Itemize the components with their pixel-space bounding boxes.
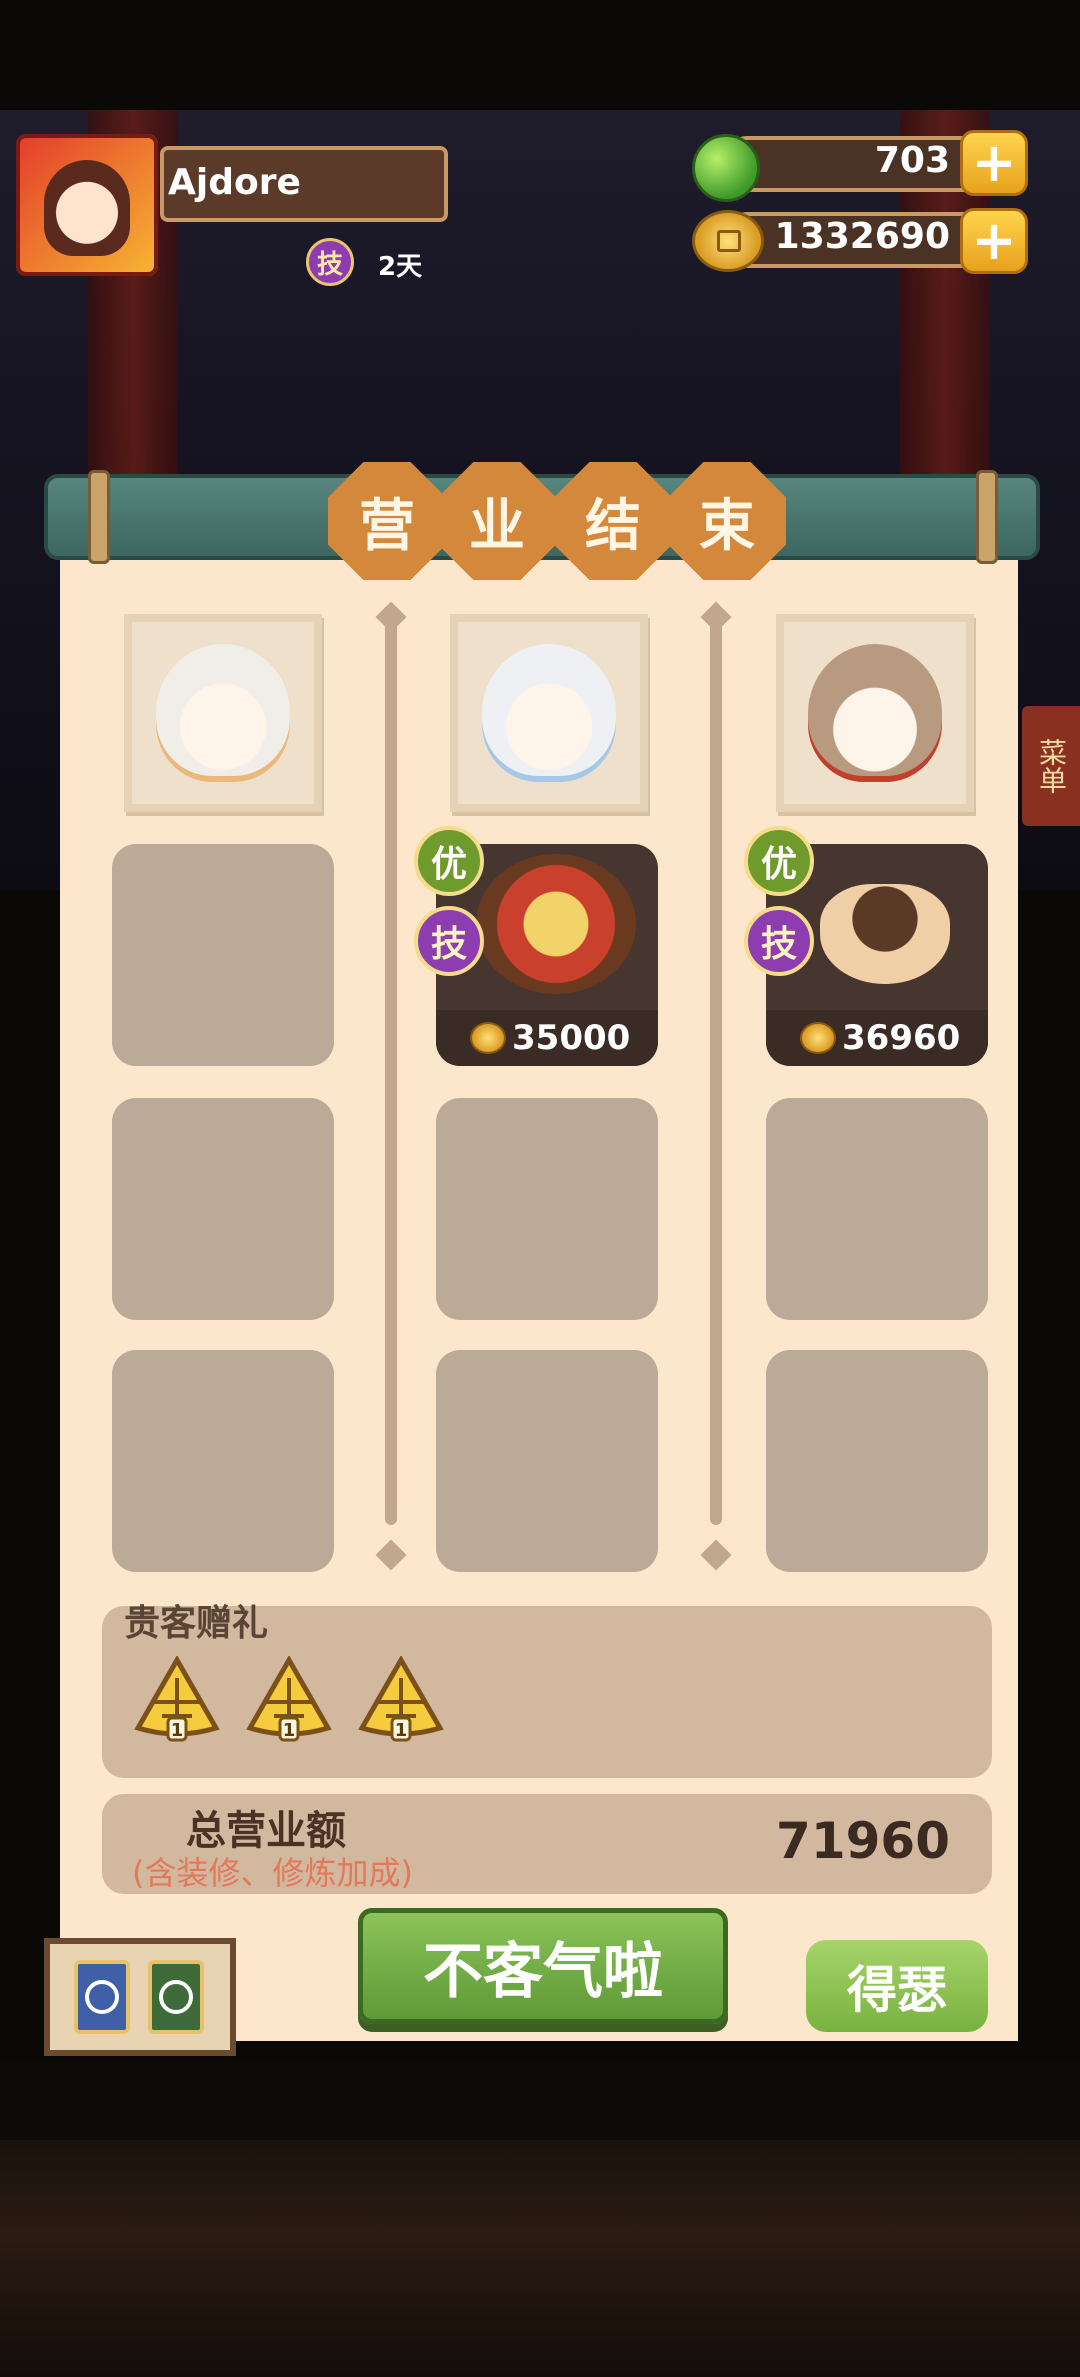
blue-card-icon[interactable] xyxy=(74,1960,130,2034)
coin-icon xyxy=(470,1022,506,1054)
show-off-button[interactable]: 得瑟 xyxy=(806,1940,988,2032)
column-divider xyxy=(710,620,722,1525)
customer-portrait[interactable] xyxy=(124,614,322,812)
scroll-cap xyxy=(976,470,998,564)
skill-badge-icon[interactable]: 技 xyxy=(306,238,354,286)
skill-badge-icon: 技 xyxy=(414,906,484,976)
customer-avatar-white-hair-crown xyxy=(156,644,290,782)
customer-portrait[interactable] xyxy=(776,614,974,812)
zongzi-gift-icon[interactable]: 1 xyxy=(134,1656,220,1742)
jade-amount: 703 xyxy=(874,140,950,181)
column-divider xyxy=(385,620,397,1525)
zongzi-gift-icon[interactable]: 1 xyxy=(246,1656,332,1742)
total-revenue-note: (含装修、修炼加成) xyxy=(132,1854,413,1892)
green-card-icon[interactable] xyxy=(148,1960,204,2034)
empty-dish-slot xyxy=(766,1350,988,1572)
gift-count: 1 xyxy=(395,1720,408,1741)
coin-icon xyxy=(800,1022,836,1054)
dish-price: 35000 xyxy=(512,1018,631,1058)
zongzi-gift-icon[interactable]: 1 xyxy=(358,1656,444,1742)
days-remaining: 2天 xyxy=(378,252,423,282)
jade-icon xyxy=(692,134,760,202)
gift-count: 1 xyxy=(171,1720,184,1741)
excellent-badge-icon: 优 xyxy=(414,826,484,896)
avatar-face xyxy=(44,160,130,256)
add-jade-button[interactable]: + xyxy=(960,130,1028,196)
card-bag-frame[interactable] xyxy=(44,1938,236,2056)
empty-dish-slot xyxy=(112,1350,334,1572)
empty-dish-slot xyxy=(766,1098,988,1320)
title-char: 业 xyxy=(438,462,556,580)
scroll-cap xyxy=(88,470,110,564)
decline-button[interactable]: 不客气啦 xyxy=(358,1908,728,2024)
background-counter xyxy=(0,2140,1080,2377)
vip-gift-title: 贵客赠礼 xyxy=(124,1603,269,1644)
title-char: 束 xyxy=(668,462,786,580)
add-coin-button[interactable]: + xyxy=(960,208,1028,274)
hotpot-dish-icon xyxy=(476,854,636,994)
empty-dish-slot xyxy=(436,1098,658,1320)
empty-dish-slot xyxy=(436,1350,658,1572)
customer-avatar-curly-hair-glasses xyxy=(808,644,942,782)
player-name: Ajdore xyxy=(168,162,301,203)
empty-dish-slot xyxy=(112,844,334,1066)
dish-price: 36960 xyxy=(842,1018,961,1058)
clay-pot-dish-icon xyxy=(820,884,950,984)
gift-count: 1 xyxy=(283,1720,296,1741)
floor xyxy=(0,2060,1080,2150)
total-revenue-value: 71960 xyxy=(776,1812,950,1870)
customer-avatar-white-hair-blue xyxy=(482,644,616,782)
empty-dish-slot xyxy=(112,1098,334,1320)
customer-portrait[interactable] xyxy=(450,614,648,812)
copper-coin-icon xyxy=(692,210,764,272)
menu-side-tab[interactable]: 菜单 xyxy=(1022,706,1080,826)
title-char: 营 xyxy=(328,462,446,580)
title-char: 结 xyxy=(554,462,672,580)
skill-badge-icon: 技 xyxy=(744,906,814,976)
excellent-badge-icon: 优 xyxy=(744,826,814,896)
